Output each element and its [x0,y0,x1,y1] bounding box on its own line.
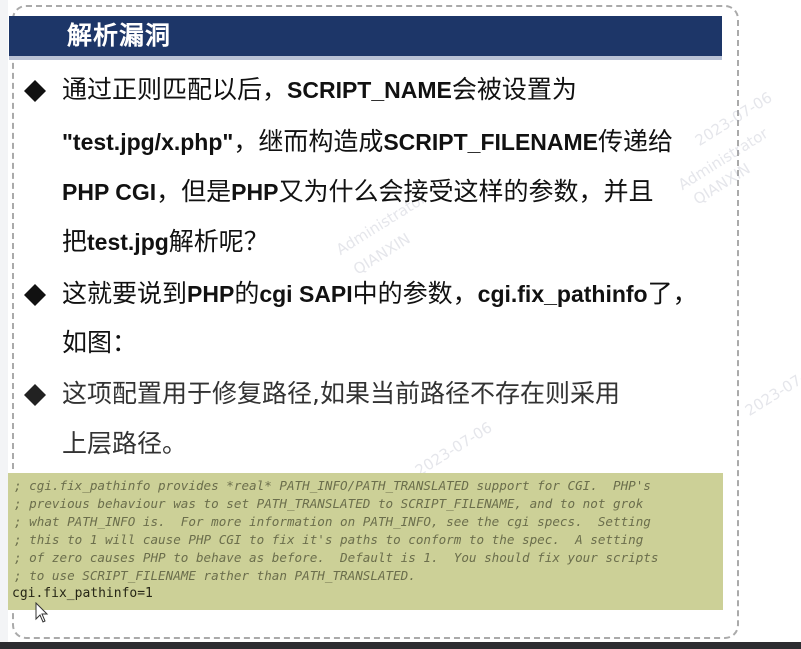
text-run-bold: test.jpg [87,229,169,255]
text-run: 这项配置用于修复路径,如果当前路径不存在则采用 [62,379,620,408]
text-run-bold: PHP [231,179,279,205]
diamond-bullet-icon [24,284,46,306]
title-bar: 解析漏洞 [9,16,722,56]
text-run-bold: cgi.fix_pathinfo [477,281,648,307]
bullet-2-line-1: 这就要说到PHP的cgi SAPI中的参数，cgi.fix_pathinfo了， [62,277,698,311]
bullet-1-line-3: PHP CGI，但是PHP又为什么会接受这样的参数，并且 [62,175,653,209]
bullet-1-line-1: 通过正则匹配以后，SCRIPT_NAME会被设置为 [62,73,577,107]
slide-title: 解析漏洞 [67,21,172,50]
code-comment-line: ; what PATH_INFO is. For more informatio… [14,514,651,529]
text-run: 又为什么会接受这样的参数，并且 [278,177,654,206]
bullet-1-line-2: "test.jpg/x.php"，继而构造成SCRIPT_FILENAME传递给 [62,125,673,159]
text-run-bold: SCRIPT_FILENAME [383,129,599,155]
text-run: 解析呢？ [168,227,269,256]
bullet-2-line-2: 如图： [62,326,137,360]
left-edge-strip [0,0,8,649]
text-run: 如图： [62,328,138,357]
text-run: 的 [234,279,260,308]
text-run: 中的参数， [352,279,478,308]
bullet-3-line-2: 上层路径。 [62,427,187,461]
code-comment-line: ; of zero causes PHP to behave as before… [14,550,659,565]
text-run: ，但是 [156,177,232,206]
text-run-bold: "test.jpg/x.php" [62,129,234,155]
bullet-1-line-4: 把test.jpg解析呢？ [62,225,269,259]
text-run-bold: cgi SAPI [259,281,353,307]
code-comment-line: ; previous behaviour was to set PATH_TRA… [14,496,644,511]
code-comment-line: ; this to 1 will cause PHP CGI to fix it… [14,532,644,547]
text-run: 通过正则匹配以后， [62,75,288,104]
diamond-bullet-icon [24,384,46,406]
text-run: ，继而构造成 [233,127,384,156]
text-run-bold: PHP [187,281,235,307]
diamond-bullet-icon [24,80,46,102]
text-run: 把 [62,227,88,256]
code-comment-line: ; cgi.fix_pathinfo provides *real* PATH_… [14,478,651,493]
text-run: 了， [647,279,698,308]
code-setting-line: cgi.fix_pathinfo=1 [12,586,153,601]
code-comment-line: ; to use SCRIPT_FILENAME rather than PAT… [14,568,416,583]
text-run: 这就要说到 [62,279,188,308]
mouse-pointer-icon [35,602,49,623]
text-run: 传递给 [598,127,674,156]
bullet-3-line-1: 这项配置用于修复路径,如果当前路径不存在则采用 [62,377,620,411]
text-run-bold: PHP CGI [62,179,157,205]
bottom-taskbar-strip [0,642,801,649]
watermark-date: 2023-07-06 [741,358,801,420]
text-run: 上层路径。 [62,429,188,458]
config-code-box: ; cgi.fix_pathinfo provides *real* PATH_… [8,473,723,610]
text-run: 会被设置为 [451,75,577,104]
text-run-bold: SCRIPT_NAME [287,77,452,103]
